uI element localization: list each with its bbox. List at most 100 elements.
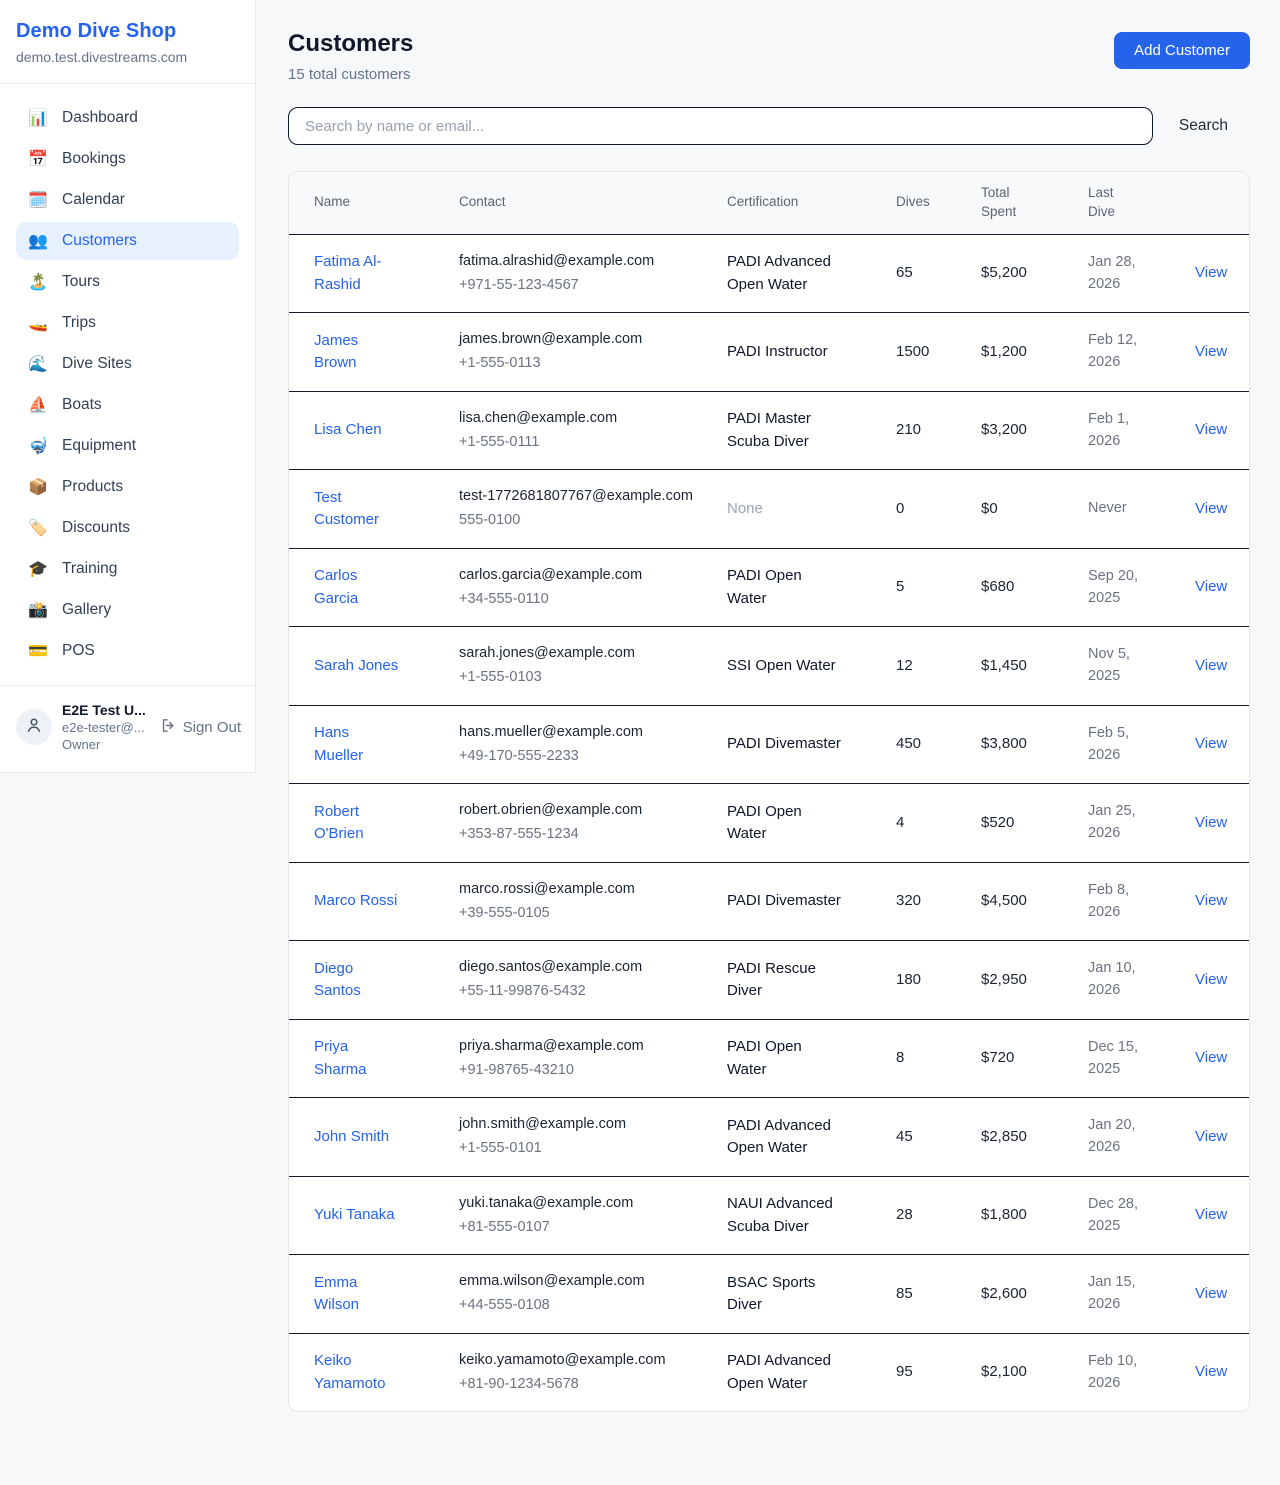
- view-link[interactable]: View: [1195, 657, 1227, 674]
- customer-phone: +34-555-0110: [459, 589, 717, 611]
- sidebar-item-boats[interactable]: ⛵ Boats: [16, 386, 239, 424]
- certification-cell: SSI Open Water: [727, 627, 896, 706]
- user-meta: E2E Test U... e2e-tester@... Owner: [62, 702, 150, 752]
- dives-cell: 180: [896, 941, 981, 1020]
- customer-name-link[interactable]: Carlos Garcia: [314, 565, 400, 610]
- customer-name-link[interactable]: Priya Sharma: [314, 1036, 400, 1081]
- equipment-icon: 🤿: [28, 436, 48, 456]
- sidebar-item-dive-sites[interactable]: 🌊 Dive Sites: [16, 345, 239, 383]
- customer-phone: +1-555-0103: [459, 667, 717, 689]
- customer-name-link[interactable]: James Brown: [314, 330, 400, 375]
- customer-name-link[interactable]: Test Customer: [314, 487, 400, 532]
- view-link[interactable]: View: [1195, 421, 1227, 438]
- table-row: Lisa Chen lisa.chen@example.com +1-555-0…: [289, 391, 1250, 470]
- view-link[interactable]: View: [1195, 1049, 1227, 1066]
- dives-cell: 12: [896, 627, 981, 706]
- sign-out-label: Sign Out: [183, 719, 241, 736]
- customer-email: keiko.yamamoto@example.com: [459, 1350, 717, 1372]
- total-spent-cell: $680: [981, 548, 1088, 627]
- view-link[interactable]: View: [1195, 1206, 1227, 1223]
- dives-cell: 320: [896, 862, 981, 941]
- dives-cell: 8: [896, 1019, 981, 1098]
- customer-phone: +39-555-0105: [459, 903, 717, 925]
- total-spent-cell: $1,200: [981, 313, 1088, 392]
- table-row: Test Customer test-1772681807767@example…: [289, 470, 1250, 549]
- view-link[interactable]: View: [1195, 343, 1227, 360]
- training-icon: 🎓: [28, 559, 48, 579]
- view-link[interactable]: View: [1195, 1285, 1227, 1302]
- add-customer-button[interactable]: Add Customer: [1114, 32, 1250, 69]
- sidebar-item-dashboard[interactable]: 📊 Dashboard: [16, 99, 239, 137]
- customer-name-link[interactable]: Fatima Al-Rashid: [314, 251, 400, 296]
- sidebar-item-discounts[interactable]: 🏷️ Discounts: [16, 509, 239, 547]
- customer-email: lisa.chen@example.com: [459, 408, 717, 430]
- certification-cell: PADI Divemaster: [727, 862, 896, 941]
- total-spent-cell: $2,950: [981, 941, 1088, 1020]
- customer-email: robert.obrien@example.com: [459, 800, 717, 822]
- certification-cell: PADI Advanced Open Water: [727, 1098, 896, 1177]
- certification-cell: PADI Rescue Diver: [727, 941, 896, 1020]
- total-spent-cell: $2,850: [981, 1098, 1088, 1177]
- view-link[interactable]: View: [1195, 892, 1227, 909]
- dives-cell: 95: [896, 1333, 981, 1411]
- user-role: Owner: [62, 737, 150, 752]
- sidebar-item-bookings[interactable]: 📅 Bookings: [16, 140, 239, 178]
- customer-name-link[interactable]: Diego Santos: [314, 958, 400, 1003]
- sidebar-item-gallery[interactable]: 📸 Gallery: [16, 591, 239, 629]
- certification-cell: PADI Divemaster: [727, 705, 896, 784]
- view-link[interactable]: View: [1195, 500, 1227, 517]
- sidebar-item-trips[interactable]: 🚤 Trips: [16, 304, 239, 342]
- customer-name-link[interactable]: Marco Rossi: [314, 890, 397, 913]
- customer-phone: +1-555-0101: [459, 1138, 717, 1160]
- search-row: Search: [288, 107, 1250, 145]
- shop-domain: demo.test.divestreams.com: [16, 49, 239, 65]
- tours-icon: 🏝️: [28, 272, 48, 292]
- sidebar-item-pos[interactable]: 💳 POS: [16, 632, 239, 670]
- dives-cell: 65: [896, 234, 981, 313]
- last-dive-cell: Feb 5, 2026: [1088, 705, 1195, 784]
- view-link[interactable]: View: [1195, 735, 1227, 752]
- sidebar-item-customers[interactable]: 👥 Customers: [16, 222, 239, 260]
- page-header: Customers 15 total customers Add Custome…: [288, 30, 1250, 83]
- customer-name-link[interactable]: John Smith: [314, 1126, 389, 1149]
- view-link[interactable]: View: [1195, 971, 1227, 988]
- view-link[interactable]: View: [1195, 1363, 1227, 1380]
- customer-email: fatima.alrashid@example.com: [459, 251, 717, 273]
- customer-name-link[interactable]: Sarah Jones: [314, 655, 398, 678]
- col-name: Name: [289, 172, 459, 234]
- search-button[interactable]: Search: [1153, 117, 1228, 135]
- customer-name-link[interactable]: Yuki Tanaka: [314, 1204, 395, 1227]
- view-link[interactable]: View: [1195, 1128, 1227, 1145]
- view-link[interactable]: View: [1195, 814, 1227, 831]
- sidebar-item-training[interactable]: 🎓 Training: [16, 550, 239, 588]
- certification-cell: PADI Advanced Open Water: [727, 1333, 896, 1411]
- total-spent-cell: $5,200: [981, 234, 1088, 313]
- view-link[interactable]: View: [1195, 264, 1227, 281]
- customer-name-link[interactable]: Lisa Chen: [314, 419, 382, 442]
- sidebar-item-equipment[interactable]: 🤿 Equipment: [16, 427, 239, 465]
- sidebar-item-tours[interactable]: 🏝️ Tours: [16, 263, 239, 301]
- customer-name-link[interactable]: Emma Wilson: [314, 1272, 400, 1317]
- sign-out-button[interactable]: Sign Out: [160, 717, 241, 738]
- customer-name-link[interactable]: Hans Mueller: [314, 722, 400, 767]
- sidebar-nav: 📊 Dashboard 📅 Bookings 🗓️ Calendar 👥 Cus…: [0, 84, 255, 685]
- table-row: John Smith john.smith@example.com +1-555…: [289, 1098, 1250, 1177]
- page-title: Customers: [288, 30, 413, 58]
- table-row: Robert O'Brien robert.obrien@example.com…: [289, 784, 1250, 863]
- table-row: James Brown james.brown@example.com +1-5…: [289, 313, 1250, 392]
- customer-email: john.smith@example.com: [459, 1114, 717, 1136]
- search-input[interactable]: [288, 107, 1153, 145]
- last-dive-cell: Sep 20, 2025: [1088, 548, 1195, 627]
- customer-email: hans.mueller@example.com: [459, 722, 717, 744]
- certification-cell: PADI Open Water: [727, 784, 896, 863]
- sidebar-item-calendar[interactable]: 🗓️ Calendar: [16, 181, 239, 219]
- dives-cell: 210: [896, 391, 981, 470]
- dashboard-icon: 📊: [28, 108, 48, 128]
- sidebar-item-products[interactable]: 📦 Products: [16, 468, 239, 506]
- main-content: Customers 15 total customers Add Custome…: [288, 0, 1250, 1412]
- customer-name-link[interactable]: Keiko Yamamoto: [314, 1350, 400, 1395]
- customer-phone: +49-170-555-2233: [459, 746, 717, 768]
- customer-name-link[interactable]: Robert O'Brien: [314, 801, 400, 846]
- certification-cell: BSAC Sports Diver: [727, 1255, 896, 1334]
- view-link[interactable]: View: [1195, 578, 1227, 595]
